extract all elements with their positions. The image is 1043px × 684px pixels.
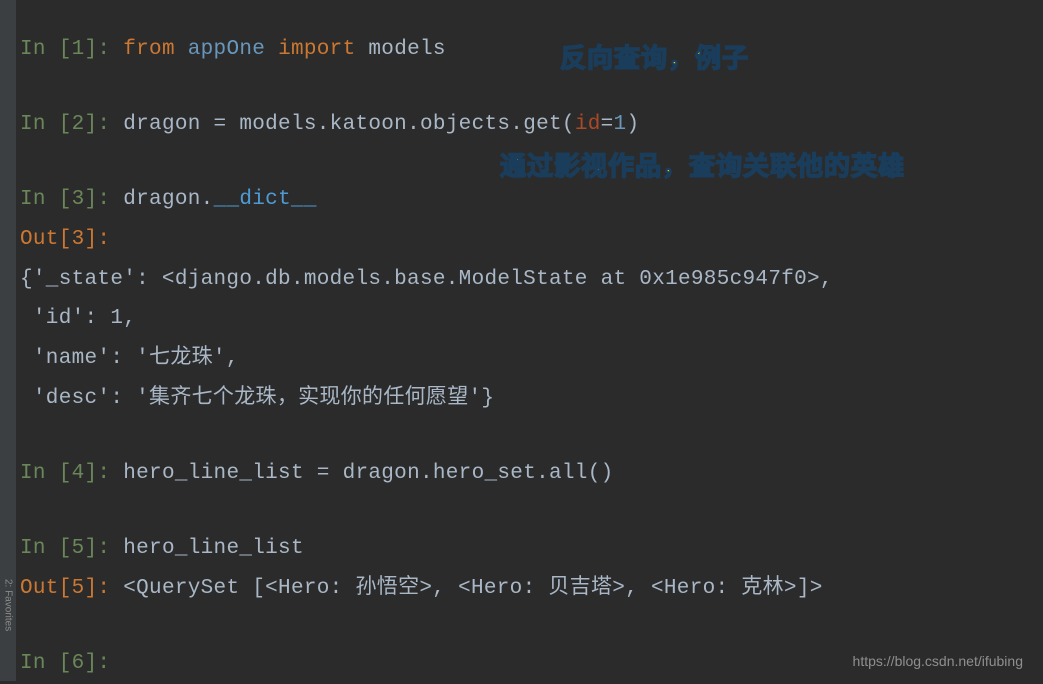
module-name: appOne [175, 38, 278, 61]
keyword-import: import [278, 38, 355, 61]
op-equals: = [601, 113, 614, 136]
output-prompt-3: Out[3]: [20, 220, 1043, 260]
ide-sidebar: 2: Favorites [0, 0, 16, 681]
prompt-num: 6 [72, 652, 85, 675]
annotation-subtitle: 通过影视作品，查询关联他的英雄 [500, 146, 905, 183]
prompt-suffix: ]: [85, 188, 124, 211]
prompt-suffix: ]: [85, 537, 124, 560]
dict-output: 'desc': '集齐七个龙珠，实现你的任何愿望'} [20, 387, 494, 410]
queryset-output: <QuerySet [<Hero: 孙悟空>, <Hero: 贝吉塔>, <He… [123, 577, 822, 600]
prompt-suffix: ]: [85, 228, 111, 251]
number-literal: 1 [614, 113, 627, 136]
input-line-5: In [5]: hero_line_list [20, 529, 1043, 569]
prompt-num: 1 [72, 38, 85, 61]
prompt-suffix: ]: [85, 577, 124, 600]
input-line-1: In [1]: from appOne import models [20, 30, 1043, 70]
code-text: hero_line_list [123, 537, 304, 560]
prompt-suffix: ]: [85, 113, 124, 136]
dunder-dict: __dict__ [214, 188, 317, 211]
watermark: https://blog.csdn.net/ifubing [853, 653, 1023, 669]
in-prompt: In [ [20, 652, 72, 675]
code-text: dragon = models.katoon.objects.get( [123, 113, 575, 136]
import-target: models [355, 38, 445, 61]
dict-output: 'id': 1, [20, 307, 136, 330]
prompt-num: 3 [72, 188, 85, 211]
output-line: 'name': '七龙珠', [20, 339, 1043, 379]
dict-output: 'name': '七龙珠', [20, 347, 239, 370]
prompt-num: 5 [72, 537, 85, 560]
code-text: dragon. [123, 188, 213, 211]
out-prompt: Out[ [20, 577, 72, 600]
paren-close: ) [626, 113, 639, 136]
input-line-3: In [3]: dragon.__dict__ [20, 180, 1043, 220]
output-line: {'_state': <django.db.models.base.ModelS… [20, 260, 1043, 300]
annotation-title: 反向查询，例子 [560, 38, 749, 75]
in-prompt: In [ [20, 188, 72, 211]
out-prompt: Out[ [20, 228, 72, 251]
input-line-2: In [2]: dragon = models.katoon.objects.g… [20, 105, 1043, 145]
keyword-from: from [123, 38, 175, 61]
prompt-suffix: ]: [85, 652, 124, 675]
prompt-num: 2 [72, 113, 85, 136]
code-console[interactable]: In [1]: from appOne import models In [2]… [18, 30, 1043, 684]
sidebar-label[interactable]: 2: Favorites [3, 579, 14, 631]
in-prompt: In [ [20, 113, 72, 136]
prompt-suffix: ]: [85, 38, 124, 61]
prompt-num: 3 [72, 228, 85, 251]
prompt-suffix: ]: [85, 462, 124, 485]
output-line-5: Out[5]: <QuerySet [<Hero: 孙悟空>, <Hero: 贝… [20, 569, 1043, 609]
output-line: 'desc': '集齐七个龙珠，实现你的任何愿望'} [20, 379, 1043, 419]
in-prompt: In [ [20, 38, 72, 61]
output-line: 'id': 1, [20, 299, 1043, 339]
kwarg-name: id [575, 113, 601, 136]
prompt-num: 4 [72, 462, 85, 485]
in-prompt: In [ [20, 537, 72, 560]
code-text: hero_line_list = dragon.hero_set.all() [123, 462, 613, 485]
prompt-num: 5 [72, 577, 85, 600]
in-prompt: In [ [20, 462, 72, 485]
dict-output: {'_state': <django.db.models.base.ModelS… [20, 268, 833, 291]
input-line-4: In [4]: hero_line_list = dragon.hero_set… [20, 454, 1043, 494]
